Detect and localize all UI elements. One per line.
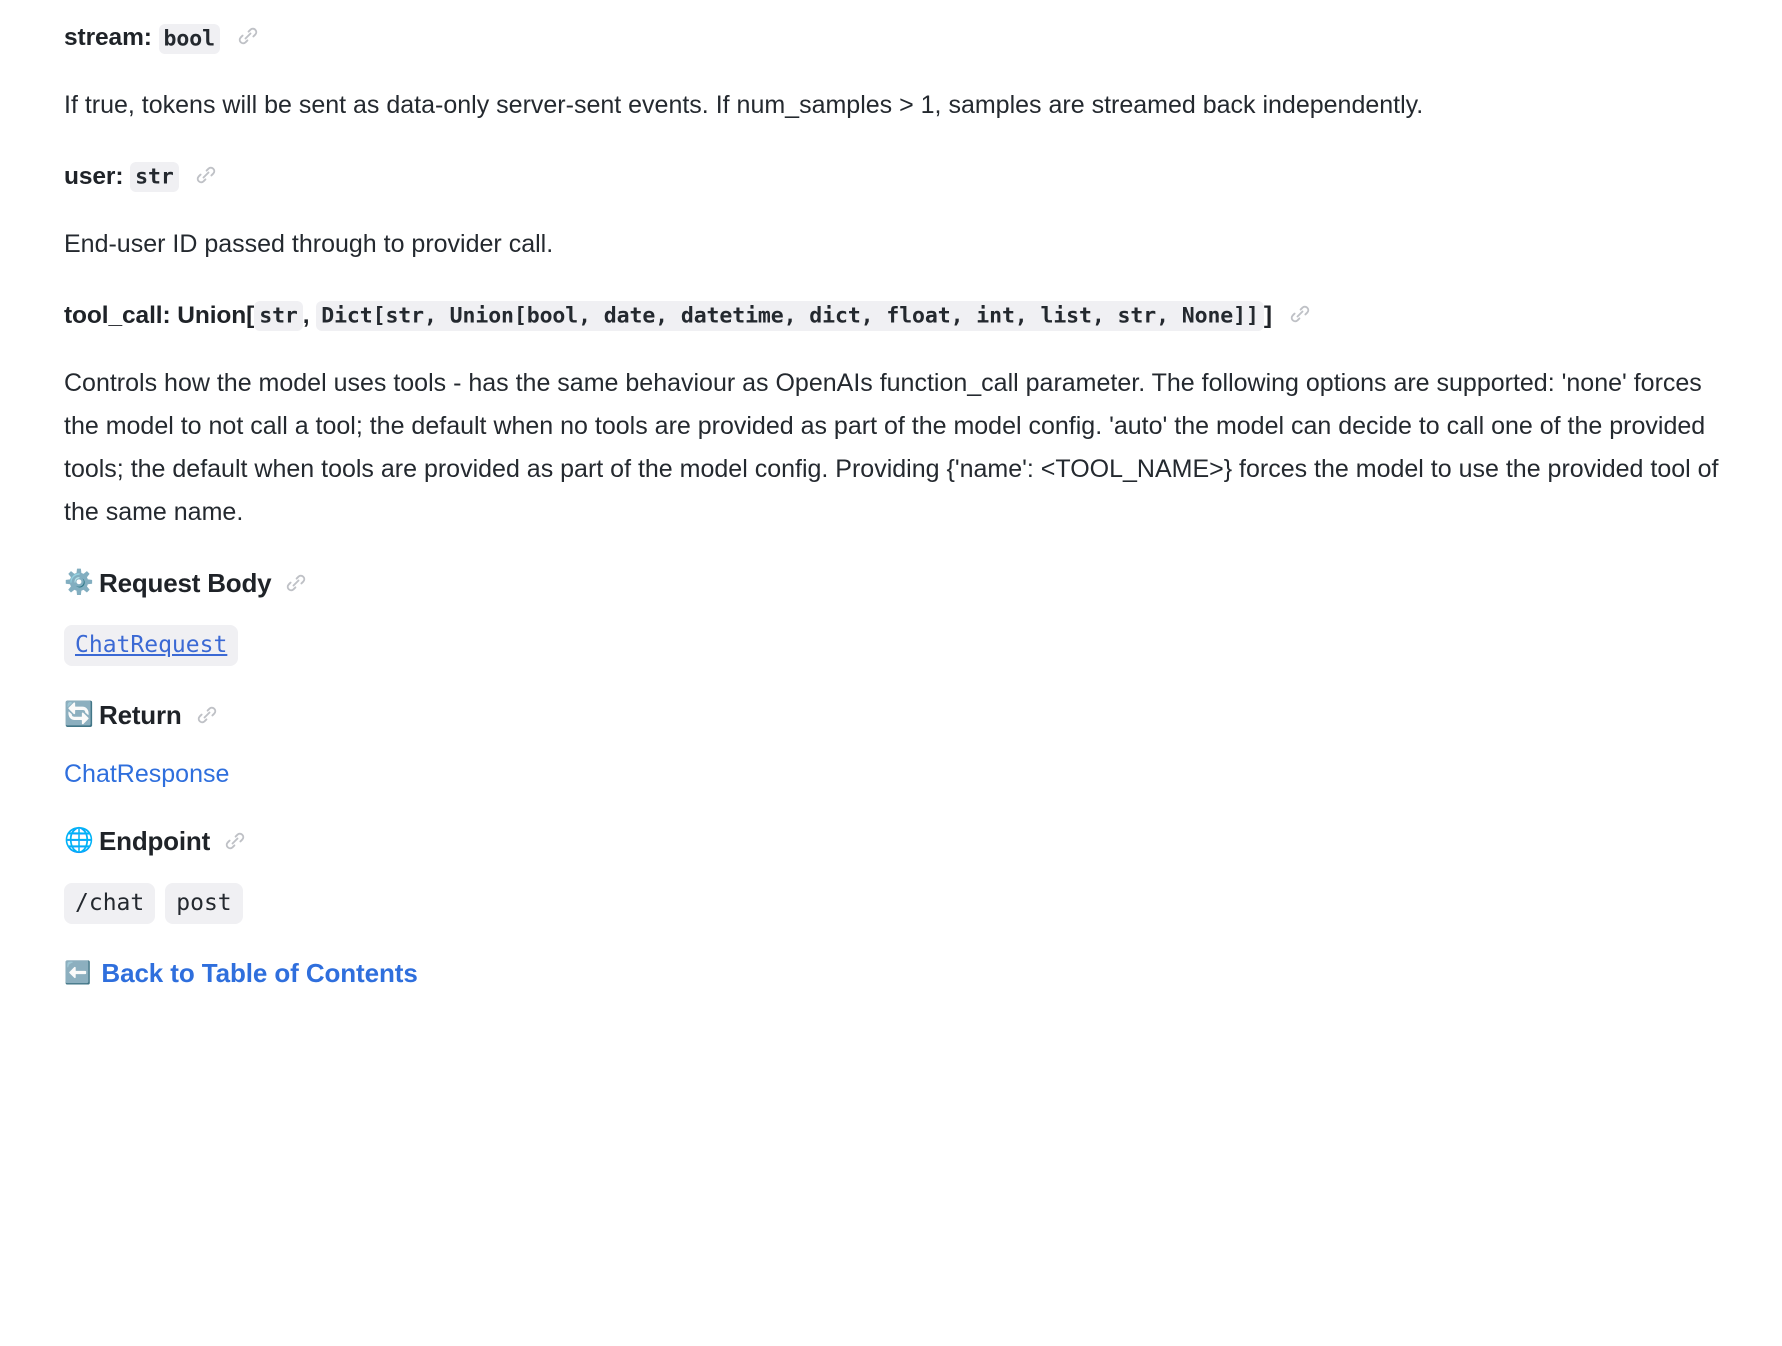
request-body-chip-row: ChatRequest <box>64 624 1742 666</box>
content-column: stream: bool If true, tokens will be sen… <box>64 22 1742 989</box>
section-title-return: Return <box>99 699 182 730</box>
refresh-icon: 🔄 <box>64 701 94 729</box>
param-description-user: End-user ID passed through to provider c… <box>64 229 554 258</box>
param-description-tool-call: Controls how the model uses tools - has … <box>64 368 1719 526</box>
section-title-request-body: Request Body <box>99 567 272 598</box>
param-heading-tool-call: tool_call: Union[str, Dict[str, Union[bo… <box>64 300 1742 332</box>
section-heading-return: 🔄 Return <box>64 700 1742 731</box>
link-icon[interactable] <box>223 829 247 853</box>
param-type-stream: bool <box>158 23 220 54</box>
link-icon[interactable] <box>195 703 219 727</box>
param-name-tool-call: tool_call: <box>64 301 171 329</box>
link-icon[interactable] <box>236 24 260 48</box>
param-type-chip-dict: Dict[str, Union[bool, date, datetime, di… <box>316 301 1264 332</box>
link-chat-response[interactable]: ChatResponse <box>64 757 229 792</box>
globe-icon: 🌐 <box>64 827 94 855</box>
documentation-page: stream: bool If true, tokens will be sen… <box>0 0 1782 1346</box>
section-heading-endpoint: 🌐 Endpoint <box>64 826 1742 857</box>
back-to-table-of-contents-link[interactable]: Back to Table of Contents <box>101 958 417 989</box>
section-title-endpoint: Endpoint <box>99 825 211 856</box>
param-type-user: str <box>130 162 179 193</box>
param-type-comma: , <box>302 301 310 329</box>
param-heading-user: user: str <box>64 161 1742 193</box>
param-name-user: user: <box>64 162 124 190</box>
param-type-suffix: ] <box>1263 301 1272 329</box>
chip-endpoint-method: post <box>165 882 243 924</box>
param-name-stream: stream: <box>64 24 152 51</box>
chip-endpoint-path: /chat <box>64 882 156 924</box>
param-description-stream: If true, tokens will be sent as data-onl… <box>64 90 1424 119</box>
param-type-prefix: Union[ <box>177 301 255 329</box>
chip-chat-request[interactable]: ChatRequest <box>64 624 239 666</box>
link-icon[interactable] <box>284 571 308 595</box>
section-heading-request-body: ⚙️ Request Body <box>64 568 1742 599</box>
param-type-chip-str: str <box>254 301 303 332</box>
endpoint-chip-row: /chat post <box>64 882 1742 924</box>
link-icon[interactable] <box>194 163 218 187</box>
param-heading-stream: stream: bool <box>64 22 1742 54</box>
gear-icon: ⚙️ <box>64 569 94 597</box>
back-to-toc-row: ⬅️ Back to Table of Contents <box>64 958 1742 989</box>
link-icon[interactable] <box>1288 302 1312 326</box>
back-arrow-icon: ⬅️ <box>64 960 92 986</box>
